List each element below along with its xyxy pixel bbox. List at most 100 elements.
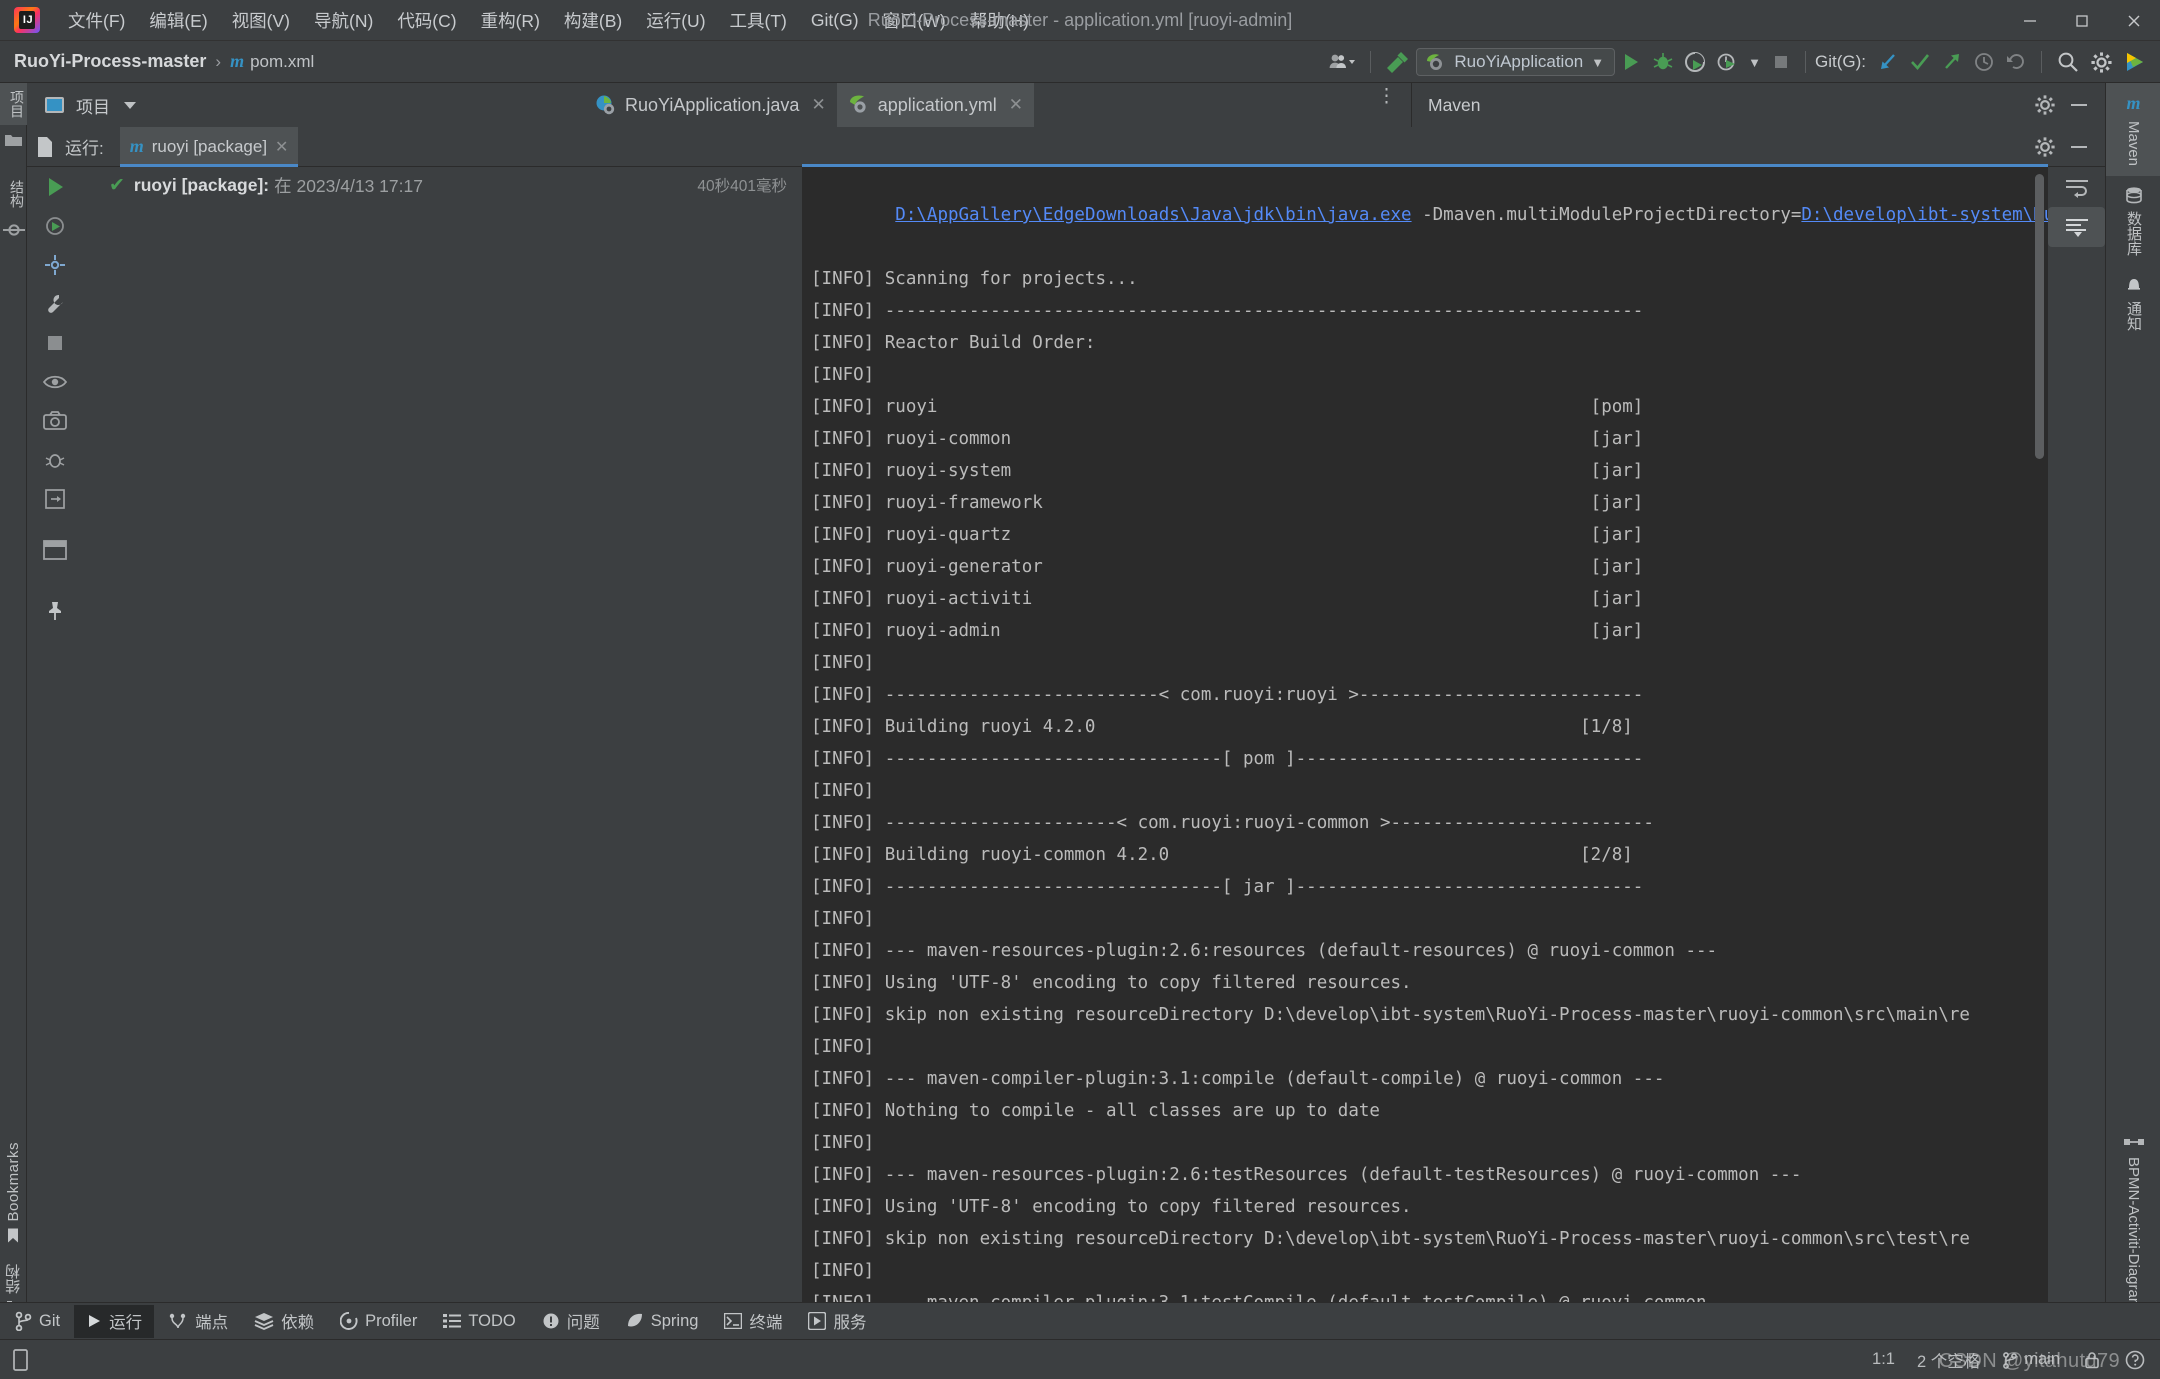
bottom-tab-label: 问题: [566, 1314, 600, 1332]
notifications-icon[interactable]: [2124, 1349, 2146, 1371]
editor-tab-label: RuoYiApplication.java: [625, 94, 800, 115]
bottom-tab-services[interactable]: 服务: [796, 1305, 878, 1338]
folder-icon[interactable]: [0, 125, 27, 155]
run-configuration-selector[interactable]: RuoYiApplication ▼: [1416, 48, 1616, 76]
console-output[interactable]: D:\AppGallery\EdgeDownloads\Java\jdk\bin…: [802, 167, 2048, 1330]
menu-run[interactable]: 运行(U): [634, 6, 717, 35]
git-history-icon[interactable]: [1968, 41, 2000, 83]
gear-icon[interactable]: [2029, 90, 2061, 120]
menu-code[interactable]: 代码(C): [385, 6, 468, 35]
commit-icon[interactable]: [0, 215, 27, 245]
user-account-icon[interactable]: [1323, 41, 1361, 83]
memory-indicator-icon[interactable]: [10, 1348, 32, 1372]
stop-button[interactable]: [1766, 41, 1796, 83]
bottom-tab-git[interactable]: Git: [2, 1305, 72, 1338]
bottom-tab-profiler[interactable]: Profiler: [328, 1305, 429, 1338]
ide-updates-icon[interactable]: [2118, 41, 2152, 83]
close-icon[interactable]: ✕: [1009, 95, 1023, 115]
bottom-tab-endpoints[interactable]: 端点: [156, 1305, 240, 1338]
menu-help[interactable]: 帮助(H): [958, 6, 1041, 35]
soft-wrap-icon[interactable]: [2048, 167, 2105, 207]
search-icon[interactable]: [2051, 41, 2085, 83]
git-push-icon[interactable]: [1936, 41, 1968, 83]
menu-window[interactable]: 窗口(W): [871, 6, 958, 35]
gear-icon[interactable]: [2029, 132, 2061, 162]
console-link-dir[interactable]: D:\develop\ibt-system\Ru: [1801, 205, 2048, 225]
run-tab-ruoyi-package[interactable]: m ruoyi [package] ✕: [119, 126, 299, 167]
minimize-button[interactable]: [2004, 0, 2056, 41]
close-icon[interactable]: ✕: [275, 137, 288, 157]
scroll-to-end-icon[interactable]: [2048, 207, 2105, 247]
editor-tabs-overflow-icon[interactable]: ⋮: [1377, 87, 1396, 106]
close-icon[interactable]: ✕: [811, 95, 825, 115]
maven-icon: m: [2126, 93, 2141, 113]
bottom-tab-problems[interactable]: 问题: [530, 1305, 612, 1338]
close-button[interactable]: [2108, 0, 2160, 41]
lock-icon[interactable]: [2082, 1350, 2102, 1370]
hide-panel-icon[interactable]: [2063, 132, 2095, 162]
chevron-down-icon[interactable]: [124, 101, 136, 109]
console-vertical-scrollbar[interactable]: [2035, 174, 2044, 459]
settings-wrench-icon[interactable]: [27, 284, 82, 323]
gear-icon[interactable]: [2085, 41, 2118, 83]
caret-position[interactable]: 1:1: [1872, 1350, 1895, 1369]
rerun-failed-button[interactable]: [27, 206, 82, 245]
menu-edit[interactable]: 编辑(E): [137, 6, 219, 35]
git-update-icon[interactable]: [1872, 41, 1904, 83]
soft-wrap-eye-icon[interactable]: [27, 362, 82, 401]
breadcrumb-file[interactable]: pom.xml: [250, 52, 314, 72]
console-line: [INFO] Using 'UTF-8' encoding to copy fi…: [811, 1197, 1412, 1217]
stop-button[interactable]: [27, 323, 82, 362]
console-line: D:\AppGallery\EdgeDownloads\Java\jdk\bin…: [802, 167, 2048, 263]
editor-tab-application-yml[interactable]: application.yml ✕: [836, 83, 1034, 127]
profile-button[interactable]: [1711, 41, 1743, 83]
console-link-jdk[interactable]: D:\AppGallery\EdgeDownloads\Java\jdk\bin…: [895, 205, 1411, 225]
build-hammer-icon[interactable]: [1380, 41, 1416, 83]
bottom-tab-todo[interactable]: TODO: [431, 1305, 527, 1338]
screenshot-camera-icon[interactable]: [27, 401, 82, 440]
right-tab-bpmn-diagram[interactable]: BPMN-Activiti-Diagram: [2106, 1124, 2160, 1320]
menu-view[interactable]: 视图(V): [220, 6, 302, 35]
print-bug-icon[interactable]: [27, 440, 82, 479]
console-line: [INFO] ruoyi-framework [jar]: [811, 493, 1644, 513]
profile-dropdown-icon[interactable]: ▼: [1743, 41, 1766, 83]
left-tab-structure[interactable]: 结构: [0, 173, 27, 215]
indent-setting[interactable]: 2 个空格: [1917, 1348, 1980, 1372]
left-tab-bookmarks[interactable]: Bookmarks: [0, 1132, 27, 1254]
menu-build[interactable]: 构建(B): [552, 6, 634, 35]
run-with-coverage-button[interactable]: [1679, 41, 1711, 83]
console-line: [INFO] --------------------------------[…: [811, 877, 1644, 897]
bottom-tab-dependencies[interactable]: 依赖: [242, 1305, 326, 1338]
menu-file[interactable]: 文件(F): [56, 6, 137, 35]
debug-button[interactable]: [1647, 41, 1679, 83]
git-rollback-icon[interactable]: [2000, 41, 2032, 83]
console-side-actions: [2048, 167, 2105, 1330]
git-commit-icon[interactable]: [1904, 41, 1936, 83]
bottom-tab-spring[interactable]: Spring: [614, 1305, 711, 1338]
layout-icon[interactable]: [27, 530, 82, 569]
run-button[interactable]: [1615, 41, 1647, 83]
pin-icon[interactable]: [27, 591, 82, 630]
left-tab-project[interactable]: 项目: [0, 83, 27, 125]
menu-refactor[interactable]: 重构(R): [469, 6, 552, 35]
right-tab-notifications[interactable]: 通知: [2106, 266, 2160, 341]
right-tab-maven[interactable]: m Maven: [2106, 83, 2160, 177]
bottom-tab-terminal[interactable]: 终端: [712, 1305, 794, 1338]
menu-git[interactable]: Git(G): [799, 8, 871, 33]
menu-tools[interactable]: 工具(T): [718, 6, 799, 35]
console-line: [INFO] Scanning for projects...: [811, 269, 1138, 289]
right-tab-database[interactable]: 数据库: [2106, 176, 2160, 266]
editor-tab-ruoyiapplication[interactable]: RuoYiApplication.java ✕: [584, 83, 837, 127]
bottom-tab-run[interactable]: 运行: [74, 1304, 155, 1338]
profiler-icon: [340, 1312, 358, 1330]
git-branch-indicator[interactable]: main: [2002, 1350, 2060, 1369]
menu-navigate[interactable]: 导航(N): [302, 6, 385, 35]
spring-yaml-icon: [849, 95, 866, 113]
hide-panel-icon[interactable]: [2063, 90, 2095, 120]
bottom-tab-label: 终端: [749, 1314, 783, 1332]
breadcrumb-project[interactable]: RuoYi-Process-master: [14, 51, 206, 72]
toggle-tasks-icon[interactable]: [27, 245, 82, 284]
rerun-button[interactable]: [27, 167, 82, 206]
maximize-button[interactable]: [2056, 0, 2108, 41]
export-icon[interactable]: [27, 479, 82, 518]
